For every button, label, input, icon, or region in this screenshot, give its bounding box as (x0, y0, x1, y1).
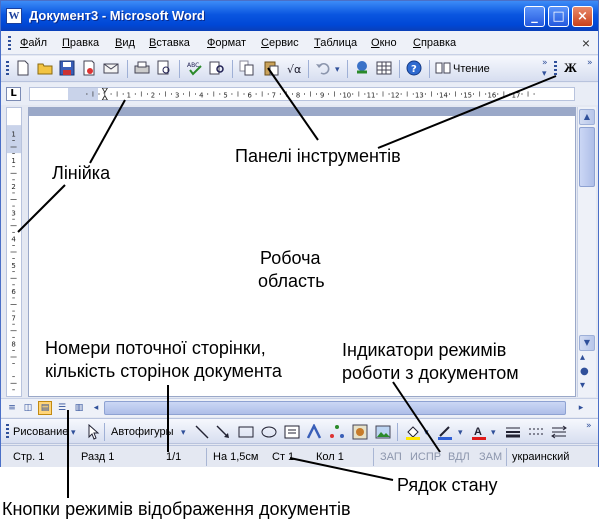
annotation-ruler: Лінійка (52, 163, 111, 183)
annotation-view-buttons: Кнопки режимів відображення документів (2, 499, 351, 519)
annotation-toolbars: Панелі інструментів (235, 146, 401, 166)
mode-indicators-leader-line (392, 381, 441, 453)
status-bar-leader-line (289, 457, 394, 481)
annotation-workspace-line1: Робоча (260, 248, 321, 268)
ruler-leader-line-vertical (17, 184, 66, 233)
annotation-page-numbers-line1: Номери поточної сторінки, (45, 338, 266, 358)
annotation-status-bar: Рядок стану (397, 475, 498, 495)
annotation-mode-indicators-line2: роботи з документом (342, 363, 519, 383)
annotation-workspace-line2: область (258, 271, 325, 291)
annotation-mode-indicators-line1: Індикатори режимів (342, 340, 507, 360)
annotation-page-numbers-line2: кількість сторінок документа (45, 361, 282, 381)
screenshot-stage: W Документ3 - Microsoft Word _ □ × Файл … (0, 0, 599, 525)
toolbar-leader-line (267, 67, 319, 141)
ruler-leader-line (89, 99, 126, 164)
format-toolbar-leader-line (377, 75, 557, 149)
